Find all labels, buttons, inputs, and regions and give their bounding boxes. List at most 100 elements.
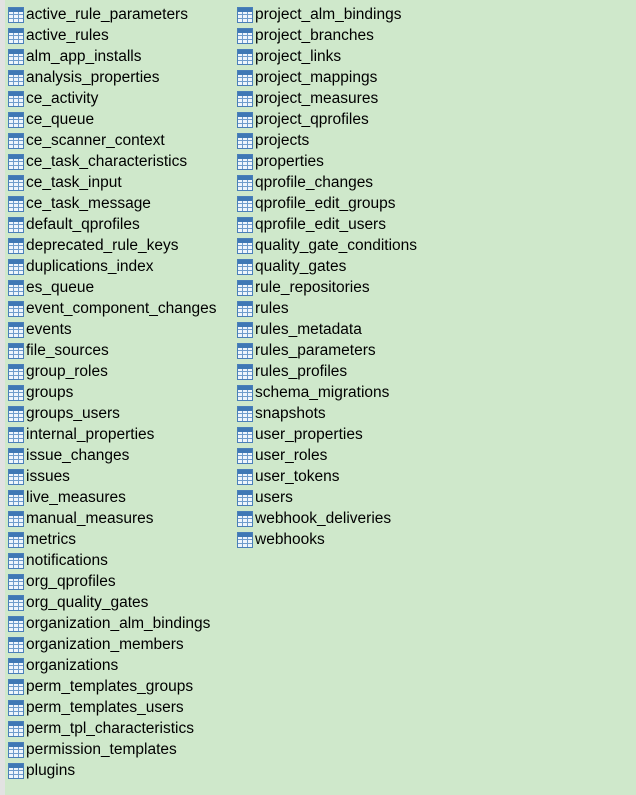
table-name: file_sources xyxy=(26,341,109,359)
table-name: alm_app_installs xyxy=(26,47,142,65)
table-name: schema_migrations xyxy=(255,383,390,401)
table-name: ce_queue xyxy=(26,110,95,128)
table-item-rules-parameters[interactable]: rules_parameters xyxy=(237,340,417,361)
table-item-webhooks[interactable]: webhooks xyxy=(237,529,417,550)
table-icon xyxy=(8,300,24,317)
table-item-metrics[interactable]: metrics xyxy=(8,529,216,550)
table-icon xyxy=(237,279,253,296)
table-item-project-links[interactable]: project_links xyxy=(237,46,417,67)
table-name: es_queue xyxy=(26,278,95,296)
table-item-project-mappings[interactable]: project_mappings xyxy=(237,67,417,88)
table-item-rules-metadata[interactable]: rules_metadata xyxy=(237,319,417,340)
table-item-internal-properties[interactable]: internal_properties xyxy=(8,424,216,445)
table-item-issues[interactable]: issues xyxy=(8,466,216,487)
table-item-ce-activity[interactable]: ce_activity xyxy=(8,88,216,109)
table-item-project-qprofiles[interactable]: project_qprofiles xyxy=(237,109,417,130)
table-item-rules-profiles[interactable]: rules_profiles xyxy=(237,361,417,382)
table-item-ce-scanner-context[interactable]: ce_scanner_context xyxy=(8,130,216,151)
table-item-manual-measures[interactable]: manual_measures xyxy=(8,508,216,529)
table-item-projects[interactable]: projects xyxy=(237,130,417,151)
table-name: ce_activity xyxy=(26,89,99,107)
table-item-project-alm-bindings[interactable]: project_alm_bindings xyxy=(237,4,417,25)
table-item-issue-changes[interactable]: issue_changes xyxy=(8,445,216,466)
table-item-user-properties[interactable]: user_properties xyxy=(237,424,417,445)
table-item-perm-templates-groups[interactable]: perm_templates_groups xyxy=(8,676,216,697)
table-icon xyxy=(237,69,253,86)
table-item-groups[interactable]: groups xyxy=(8,382,216,403)
table-name: live_measures xyxy=(26,488,126,506)
table-item-qprofile-changes[interactable]: qprofile_changes xyxy=(237,172,417,193)
table-name: webhooks xyxy=(255,530,325,548)
table-name: project_mappings xyxy=(255,68,378,86)
table-item-events[interactable]: events xyxy=(8,319,216,340)
table-item-project-branches[interactable]: project_branches xyxy=(237,25,417,46)
table-item-project-measures[interactable]: project_measures xyxy=(237,88,417,109)
table-icon xyxy=(8,762,24,779)
table-name: ce_task_message xyxy=(26,194,151,212)
table-item-properties[interactable]: properties xyxy=(237,151,417,172)
table-name: plugins xyxy=(26,761,76,779)
table-item-analysis-properties[interactable]: analysis_properties xyxy=(8,67,216,88)
table-item-quality-gates[interactable]: quality_gates xyxy=(237,256,417,277)
table-item-notifications[interactable]: notifications xyxy=(8,550,216,571)
table-icon xyxy=(237,405,253,422)
table-item-user-tokens[interactable]: user_tokens xyxy=(237,466,417,487)
table-item-organizations[interactable]: organizations xyxy=(8,655,216,676)
table-item-qprofile-edit-groups[interactable]: qprofile_edit_groups xyxy=(237,193,417,214)
table-icon xyxy=(8,384,24,401)
table-item-groups-users[interactable]: groups_users xyxy=(8,403,216,424)
table-item-quality-gate-conditions[interactable]: quality_gate_conditions xyxy=(237,235,417,256)
table-item-live-measures[interactable]: live_measures xyxy=(8,487,216,508)
table-item-rule-repositories[interactable]: rule_repositories xyxy=(237,277,417,298)
table-item-permission-templates[interactable]: permission_templates xyxy=(8,739,216,760)
table-name: quality_gates xyxy=(255,257,347,275)
table-name: ce_task_input xyxy=(26,173,122,191)
table-name: users xyxy=(255,488,293,506)
table-item-webhook-deliveries[interactable]: webhook_deliveries xyxy=(237,508,417,529)
table-name: snapshots xyxy=(255,404,326,422)
left-border xyxy=(0,0,5,795)
table-item-event-component-changes[interactable]: event_component_changes xyxy=(8,298,216,319)
table-item-users[interactable]: users xyxy=(237,487,417,508)
table-item-ce-task-message[interactable]: ce_task_message xyxy=(8,193,216,214)
table-name: groups_users xyxy=(26,404,120,422)
table-name: project_measures xyxy=(255,89,379,107)
table-item-alm-app-installs[interactable]: alm_app_installs xyxy=(8,46,216,67)
table-item-file-sources[interactable]: file_sources xyxy=(8,340,216,361)
table-icon xyxy=(237,384,253,401)
table-item-org-qprofiles[interactable]: org_qprofiles xyxy=(8,571,216,592)
table-name: qprofile_edit_groups xyxy=(255,194,396,212)
table-item-plugins[interactable]: plugins xyxy=(8,760,216,781)
table-item-rules[interactable]: rules xyxy=(237,298,417,319)
table-icon xyxy=(8,279,24,296)
table-item-org-quality-gates[interactable]: org_quality_gates xyxy=(8,592,216,613)
table-item-perm-tpl-characteristics[interactable]: perm_tpl_characteristics xyxy=(8,718,216,739)
table-icon xyxy=(237,153,253,170)
table-icon xyxy=(8,678,24,695)
table-item-snapshots[interactable]: snapshots xyxy=(237,403,417,424)
table-item-active-rules[interactable]: active_rules xyxy=(8,25,216,46)
table-item-deprecated-rule-keys[interactable]: deprecated_rule_keys xyxy=(8,235,216,256)
table-item-organization-members[interactable]: organization_members xyxy=(8,634,216,655)
table-item-ce-queue[interactable]: ce_queue xyxy=(8,109,216,130)
table-item-default-qprofiles[interactable]: default_qprofiles xyxy=(8,214,216,235)
table-item-user-roles[interactable]: user_roles xyxy=(237,445,417,466)
table-icon xyxy=(237,426,253,443)
table-icon xyxy=(237,342,253,359)
table-item-active-rule-parameters[interactable]: active_rule_parameters xyxy=(8,4,216,25)
table-item-schema-migrations[interactable]: schema_migrations xyxy=(237,382,417,403)
table-item-ce-task-characteristics[interactable]: ce_task_characteristics xyxy=(8,151,216,172)
table-icon xyxy=(8,615,24,632)
table-item-group-roles[interactable]: group_roles xyxy=(8,361,216,382)
table-item-duplications-index[interactable]: duplications_index xyxy=(8,256,216,277)
table-item-perm-templates-users[interactable]: perm_templates_users xyxy=(8,697,216,718)
table-name: organization_alm_bindings xyxy=(26,614,211,632)
table-item-qprofile-edit-users[interactable]: qprofile_edit_users xyxy=(237,214,417,235)
table-item-organization-alm-bindings[interactable]: organization_alm_bindings xyxy=(8,613,216,634)
table-item-es-queue[interactable]: es_queue xyxy=(8,277,216,298)
table-name: user_properties xyxy=(255,425,363,443)
table-item-ce-task-input[interactable]: ce_task_input xyxy=(8,172,216,193)
table-icon xyxy=(237,90,253,107)
table-name: org_qprofiles xyxy=(26,572,116,590)
table-icon xyxy=(237,27,253,44)
